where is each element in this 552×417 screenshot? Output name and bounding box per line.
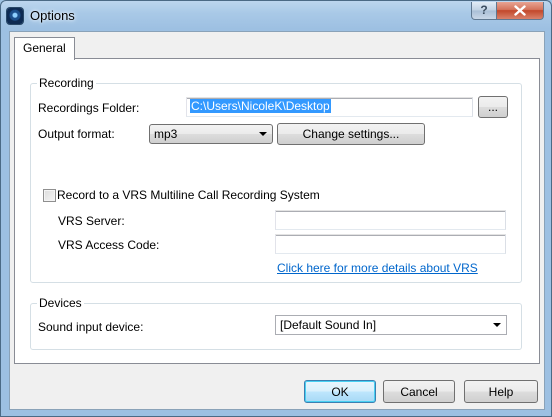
output-format-value: mp3 xyxy=(154,127,178,141)
ok-button[interactable]: OK xyxy=(304,380,376,403)
browse-button[interactable]: ... xyxy=(478,96,508,118)
sound-input-value: [Default Sound In] xyxy=(280,318,377,332)
vrs-server-input[interactable] xyxy=(275,210,506,230)
chevron-down-icon xyxy=(259,132,267,136)
app-icon[interactable] xyxy=(7,8,23,24)
sound-input-label: Sound input device: xyxy=(38,320,144,334)
recordings-folder-selection: C:\Users\NicoleK\Desktop xyxy=(190,99,331,113)
vrs-checkbox[interactable] xyxy=(43,189,56,202)
options-window: Options ? General Recording Recordings F… xyxy=(0,0,552,417)
recordings-folder-field[interactable]: C:\Users\NicoleK\Desktop xyxy=(186,97,473,117)
output-format-label: Output format: xyxy=(38,127,115,141)
cancel-button[interactable]: Cancel xyxy=(383,380,455,403)
output-format-select[interactable]: mp3 xyxy=(149,124,273,144)
change-settings-button[interactable]: Change settings... xyxy=(277,123,425,145)
vrs-checkbox-label[interactable]: Record to a VRS Multiline Call Recording… xyxy=(57,188,320,202)
recording-group-title: Recording xyxy=(37,76,96,90)
dialog-body: General Recording Recordings Folder: C:\… xyxy=(9,31,545,410)
title-help-button[interactable]: ? xyxy=(471,2,497,20)
window-title: Options xyxy=(30,8,75,23)
title-bar[interactable]: Options ? xyxy=(1,1,551,31)
recordings-folder-label: Recordings Folder: xyxy=(38,101,140,115)
chevron-down-icon xyxy=(493,323,501,327)
devices-group-title: Devices xyxy=(37,296,84,310)
help-button[interactable]: Help xyxy=(464,380,538,403)
vrs-access-code-label: VRS Access Code: xyxy=(58,238,160,252)
general-tab-panel: Recording Recordings Folder: C:\Users\Ni… xyxy=(14,58,540,364)
close-icon xyxy=(514,5,526,16)
sound-input-select[interactable]: [Default Sound In] xyxy=(275,315,507,335)
close-button[interactable] xyxy=(497,2,544,20)
vrs-server-label: VRS Server: xyxy=(58,214,125,228)
vrs-access-code-input[interactable] xyxy=(275,234,506,254)
vrs-details-link[interactable]: Click here for more details about VRS xyxy=(277,261,478,275)
tab-general[interactable]: General xyxy=(14,37,75,60)
